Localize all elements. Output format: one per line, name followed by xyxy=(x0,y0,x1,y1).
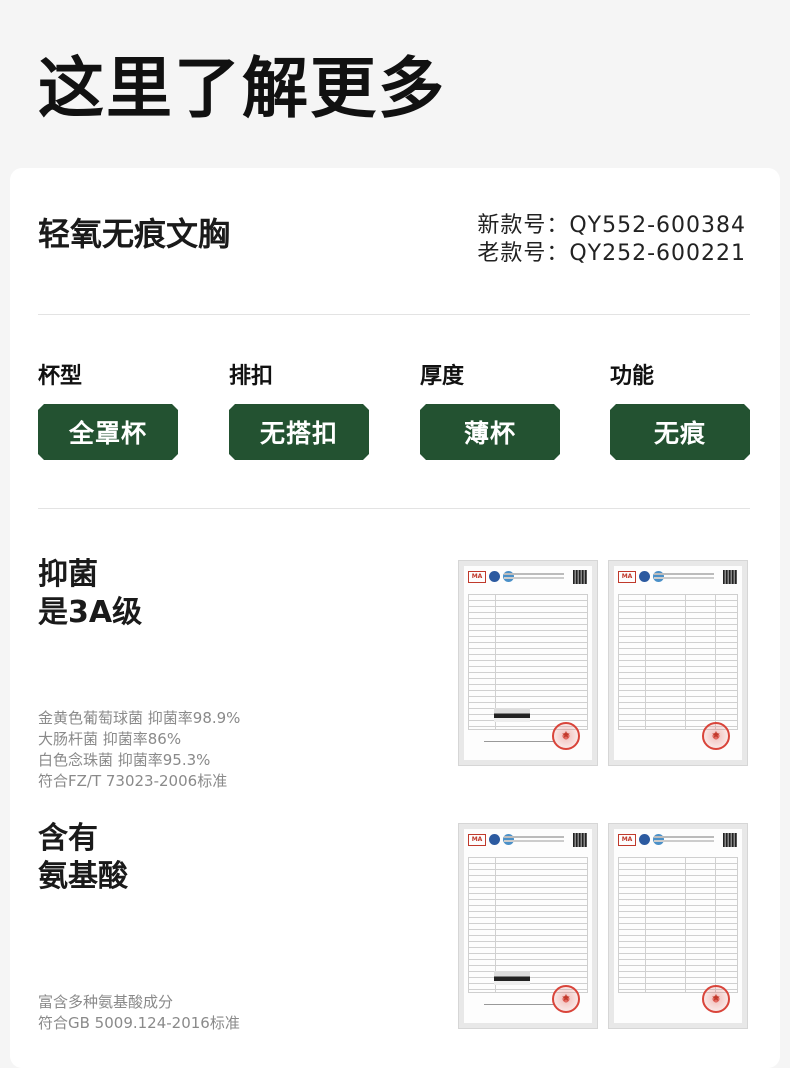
attribute-label: 厚度 xyxy=(420,364,465,389)
new-code: 新款号：QY552-600384 xyxy=(477,213,746,238)
seal-stamp-icon: ★ xyxy=(702,722,730,750)
seal-stamp-icon: ★ xyxy=(702,985,730,1013)
test-report-image: MA ★ xyxy=(608,823,748,1029)
test-report-image: MA ★ xyxy=(458,560,598,766)
feature-desc-line: 符合FZ/T 73023-2006标准 xyxy=(38,772,228,790)
cma-logo-icon: MA xyxy=(468,571,486,583)
attribute-value-badge: 薄杯 xyxy=(420,404,560,460)
feature-title-line: 抑菌 xyxy=(38,557,98,592)
cma-logo-icon: MA xyxy=(618,571,636,583)
test-report-image: MA ★ xyxy=(608,560,748,766)
feature-title-line: 含有 xyxy=(38,821,98,856)
product-info-card: 轻氧无痕文胸 新款号：QY552-600384 老款号：QY252-600221… xyxy=(10,168,780,1068)
attribute-function: 功能 无痕 xyxy=(610,362,750,460)
seal-stamp-icon: ★ xyxy=(552,722,580,750)
feature-title: 抑菌 是3A级 xyxy=(38,556,142,632)
attribute-value-badge: 无搭扣 xyxy=(229,404,369,460)
cnas-logo-icon xyxy=(639,571,650,582)
page-title: 这里了解更多 xyxy=(38,50,446,127)
qr-code-icon xyxy=(723,833,737,847)
cnas-logo-icon xyxy=(639,834,650,845)
cnas-logo-icon xyxy=(489,834,500,845)
divider xyxy=(38,314,750,315)
divider xyxy=(38,508,750,509)
attribute-thickness: 厚度 薄杯 xyxy=(420,362,560,460)
product-codes: 新款号：QY552-600384 老款号：QY252-600221 xyxy=(477,212,746,268)
fabric-sample xyxy=(494,971,530,985)
cma-logo-icon: MA xyxy=(468,834,486,846)
product-name: 轻氧无痕文胸 xyxy=(38,215,231,253)
feature-desc-line: 白色念珠菌 抑菌率95.3% xyxy=(38,751,211,769)
old-code: 老款号：QY252-600221 xyxy=(477,241,746,266)
attribute-value-badge: 无痕 xyxy=(610,404,750,460)
fabric-sample xyxy=(494,708,530,722)
feature-title-line: 是3A级 xyxy=(38,595,143,630)
feature-title-line: 氨基酸 xyxy=(38,859,128,894)
seal-stamp-icon: ★ xyxy=(552,985,580,1013)
attribute-hooks: 排扣 无搭扣 xyxy=(229,362,369,460)
feature-desc-line: 大肠杆菌 抑菌率86% xyxy=(38,730,182,748)
feature-title: 含有 氨基酸 xyxy=(38,820,128,896)
attribute-label: 功能 xyxy=(610,364,655,389)
feature-description: 金黄色葡萄球菌 抑菌率98.9% 大肠杆菌 抑菌率86% 白色念珠菌 抑菌率95… xyxy=(38,708,240,792)
cnas-logo-icon xyxy=(489,571,500,582)
qr-code-icon xyxy=(723,570,737,584)
test-report-image: MA ★ xyxy=(458,823,598,1029)
attribute-label: 排扣 xyxy=(229,364,274,389)
qr-code-icon xyxy=(573,833,587,847)
feature-description: 富含多种氨基酸成分 符合GB 5009.124-2016标准 xyxy=(38,992,240,1034)
attribute-cup-type: 杯型 全罩杯 xyxy=(38,362,178,460)
cma-logo-icon: MA xyxy=(618,834,636,846)
qr-code-icon xyxy=(573,570,587,584)
feature-desc-line: 富含多种氨基酸成分 xyxy=(38,993,174,1011)
feature-desc-line: 符合GB 5009.124-2016标准 xyxy=(38,1014,240,1032)
attribute-label: 杯型 xyxy=(38,364,83,389)
attribute-value-badge: 全罩杯 xyxy=(38,404,178,460)
feature-desc-line: 金黄色葡萄球菌 抑菌率98.9% xyxy=(38,709,241,727)
